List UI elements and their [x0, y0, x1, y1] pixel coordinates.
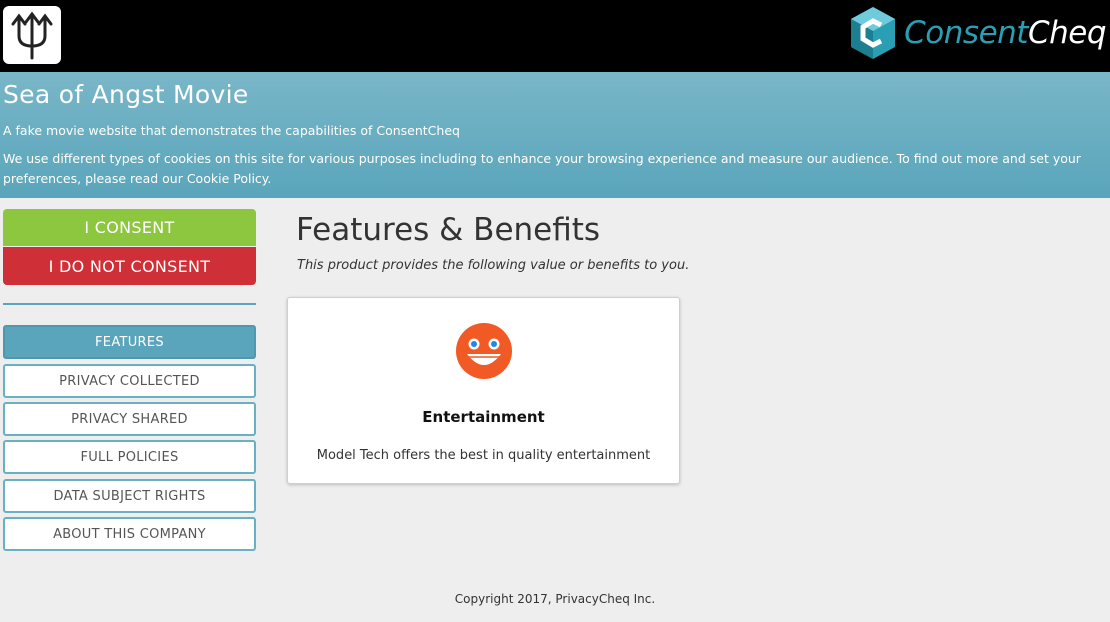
nav-item-full-policies[interactable]: FULL POLICIES: [3, 440, 256, 474]
card-title: Entertainment: [422, 408, 545, 426]
sidebar-divider: [3, 303, 256, 305]
brand-wordmark: ConsentCheq: [904, 15, 1106, 51]
nav-item-features[interactable]: FEATURES: [3, 325, 256, 359]
brand-part2: Cheq: [1027, 15, 1107, 51]
hero-banner: Sea of Angst Movie A fake movie website …: [0, 72, 1110, 198]
page-title: Features & Benefits: [296, 212, 601, 248]
brand-part1: Consent: [904, 15, 1028, 51]
site-subtitle: A fake movie website that demonstrates t…: [3, 123, 460, 138]
site-title: Sea of Angst Movie: [3, 80, 249, 109]
cookie-notice-end: .: [267, 171, 272, 186]
feature-card: Entertainment Model Tech offers the best…: [287, 297, 680, 484]
top-bar: ConsentCheq: [0, 0, 1110, 72]
page-subtitle: This product provides the following valu…: [297, 258, 690, 273]
trident-icon[interactable]: [3, 6, 61, 64]
card-text: Model Tech offers the best in quality en…: [316, 448, 651, 463]
grinning-face-icon: [456, 323, 512, 379]
footer-copyright: Copyright 2017, PrivacyCheq Inc.: [454, 592, 656, 606]
cookie-notice: We use different types of cookies on thi…: [3, 149, 1083, 189]
nav-item-about-company[interactable]: ABOUT THIS COMPANY: [3, 517, 256, 551]
no-consent-button[interactable]: I DO NOT CONSENT: [3, 247, 256, 285]
nav-item-data-subject-rights[interactable]: DATA SUBJECT RIGHTS: [3, 479, 256, 513]
consentcheq-hex-icon: [851, 7, 896, 59]
consentcheq-logo[interactable]: ConsentCheq: [848, 5, 1107, 61]
cookie-policy-link[interactable]: Cookie Policy: [187, 171, 268, 186]
consent-button[interactable]: I CONSENT: [3, 209, 256, 246]
nav-item-privacy-collected[interactable]: PRIVACY COLLECTED: [3, 364, 256, 398]
nav-item-privacy-shared[interactable]: PRIVACY SHARED: [3, 402, 256, 436]
cookie-notice-text: We use different types of cookies on thi…: [3, 151, 1081, 186]
